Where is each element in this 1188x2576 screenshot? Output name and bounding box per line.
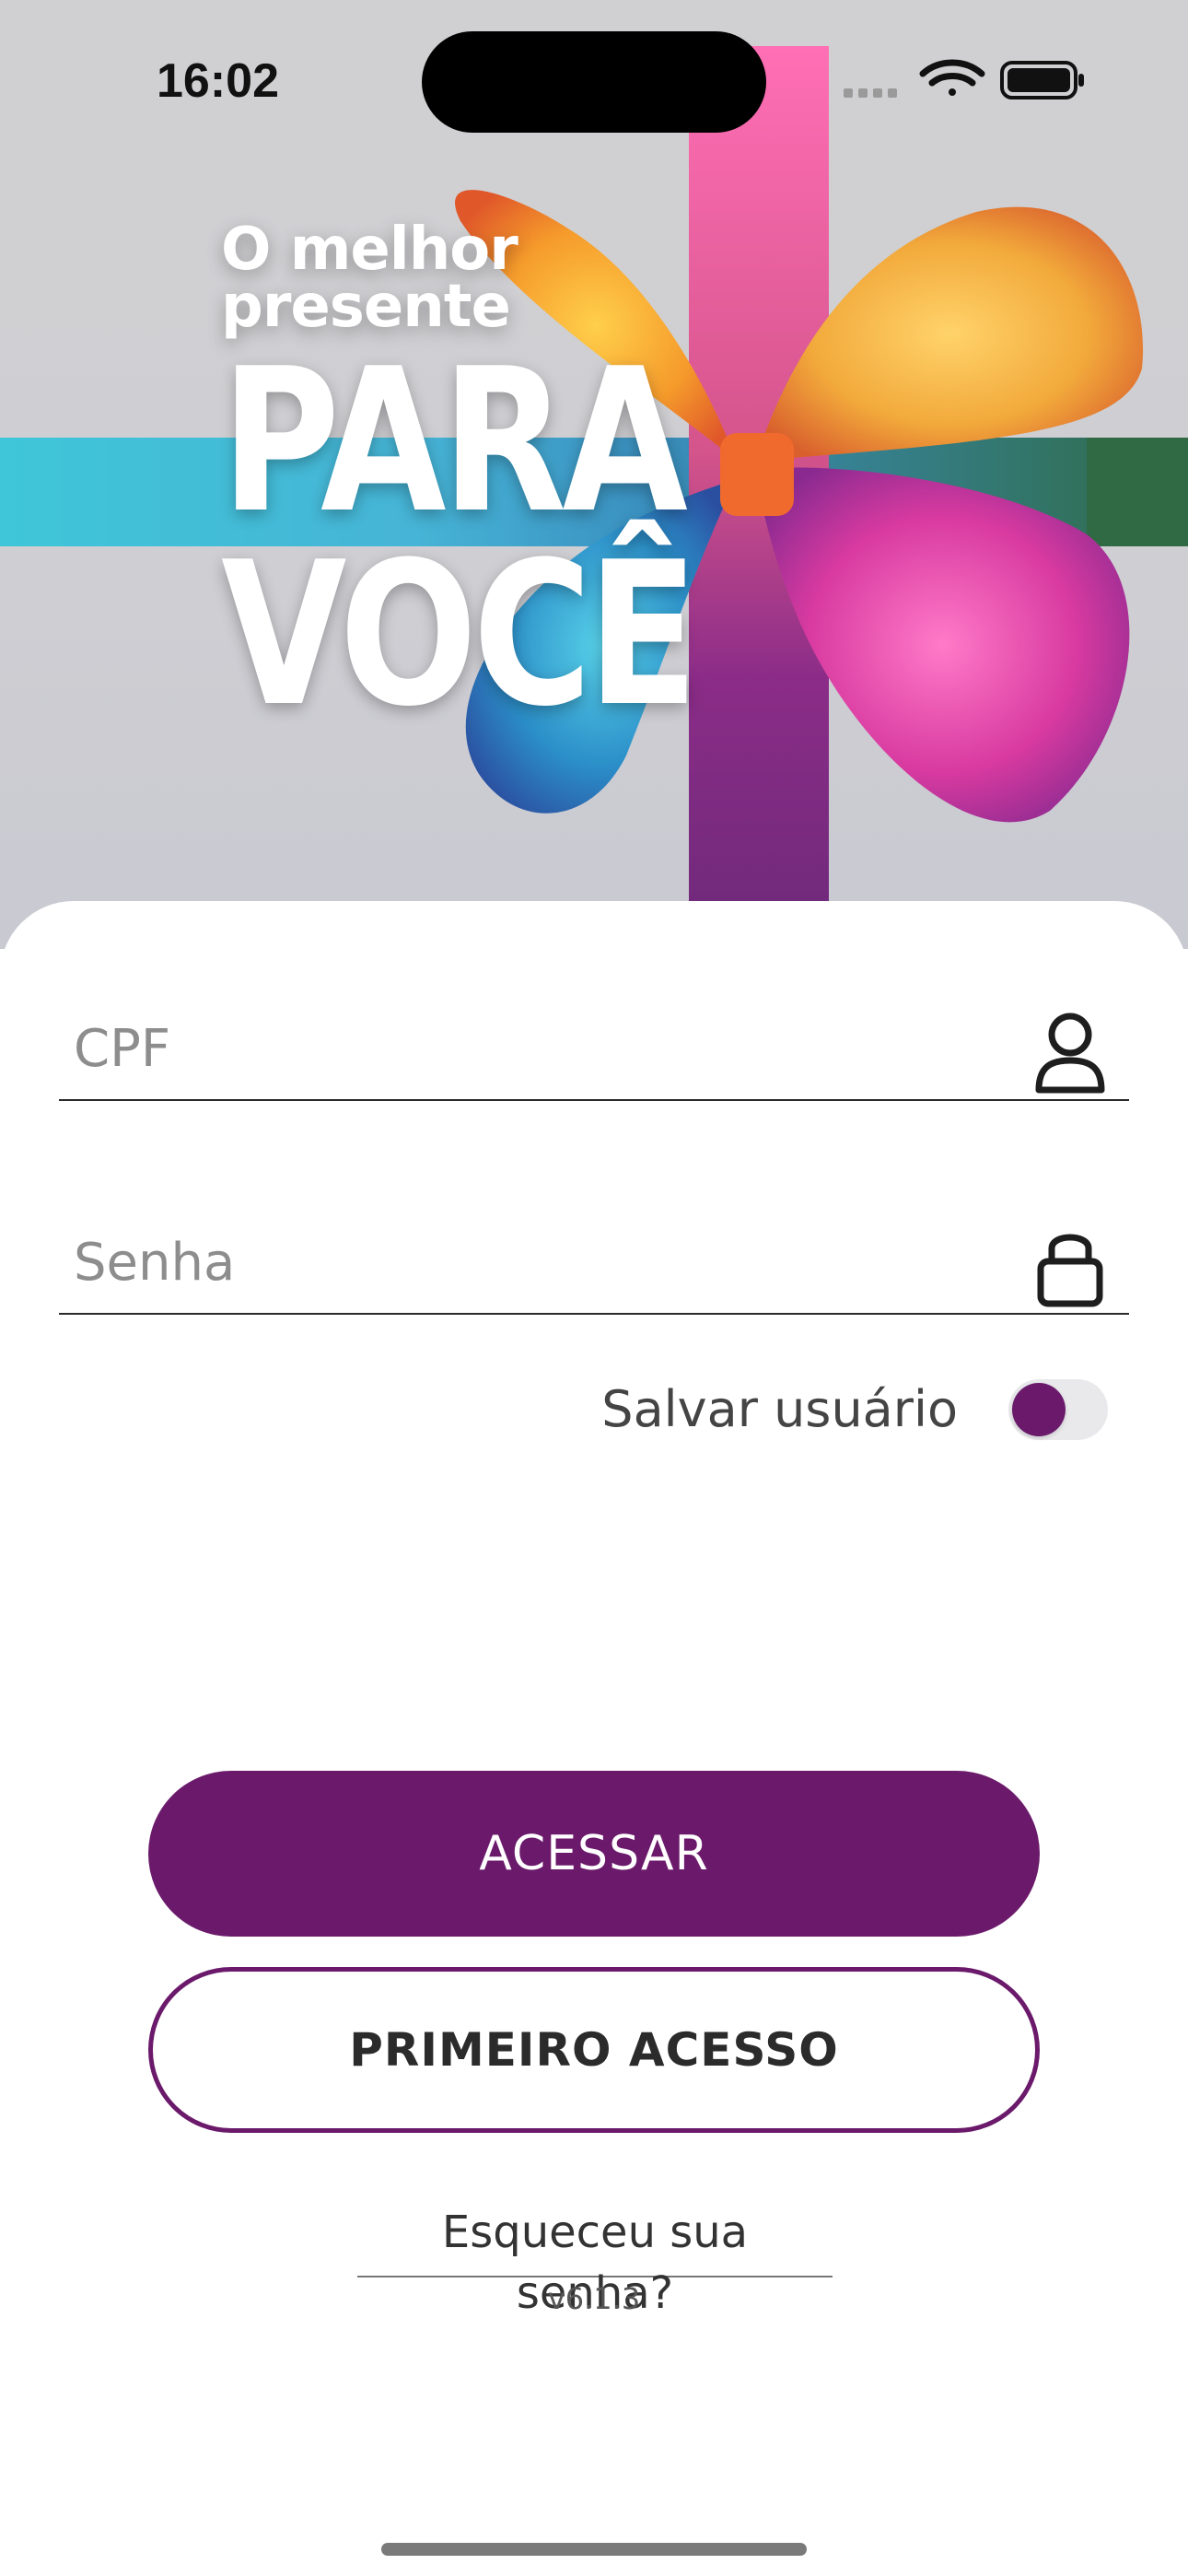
status-bar: 16:02 — [0, 0, 1188, 147]
toggle-knob — [1012, 1383, 1066, 1436]
status-icons — [844, 59, 1084, 100]
signal-icon — [844, 88, 897, 98]
battery-icon — [1000, 61, 1084, 100]
lock-icon — [1037, 1234, 1103, 1307]
save-user-toggle[interactable] — [1008, 1379, 1108, 1440]
banner-line1: O melhor — [221, 216, 518, 284]
home-indicator — [381, 2543, 807, 2556]
user-icon — [1035, 1013, 1105, 1094]
cpf-field — [59, 990, 1129, 1101]
senha-input[interactable] — [74, 1223, 995, 1302]
cpf-input[interactable] — [74, 1009, 995, 1088]
dynamic-island — [422, 31, 766, 133]
forgot-password-link[interactable]: Esqueceu sua senha? — [357, 2202, 833, 2319]
banner-headline: O melhor presente PARA VOCÊ — [221, 216, 700, 750]
primeiro-acesso-button[interactable]: PRIMEIRO ACESSO — [148, 1967, 1040, 2133]
banner-big1: PARA — [221, 325, 688, 556]
app-version: v6.1.3 — [547, 2281, 641, 2316]
save-user-label: Salvar usuário — [601, 1380, 958, 1438]
acessar-button[interactable]: ACESSAR — [148, 1771, 1040, 1937]
wifi-icon — [919, 59, 985, 96]
banner-big2: VOCÊ — [221, 519, 698, 750]
senha-field — [59, 1204, 1129, 1315]
status-time: 16:02 — [157, 54, 279, 108]
save-user-row: Salvar usuário — [601, 1373, 1142, 1446]
login-sheet — [0, 901, 1188, 2576]
